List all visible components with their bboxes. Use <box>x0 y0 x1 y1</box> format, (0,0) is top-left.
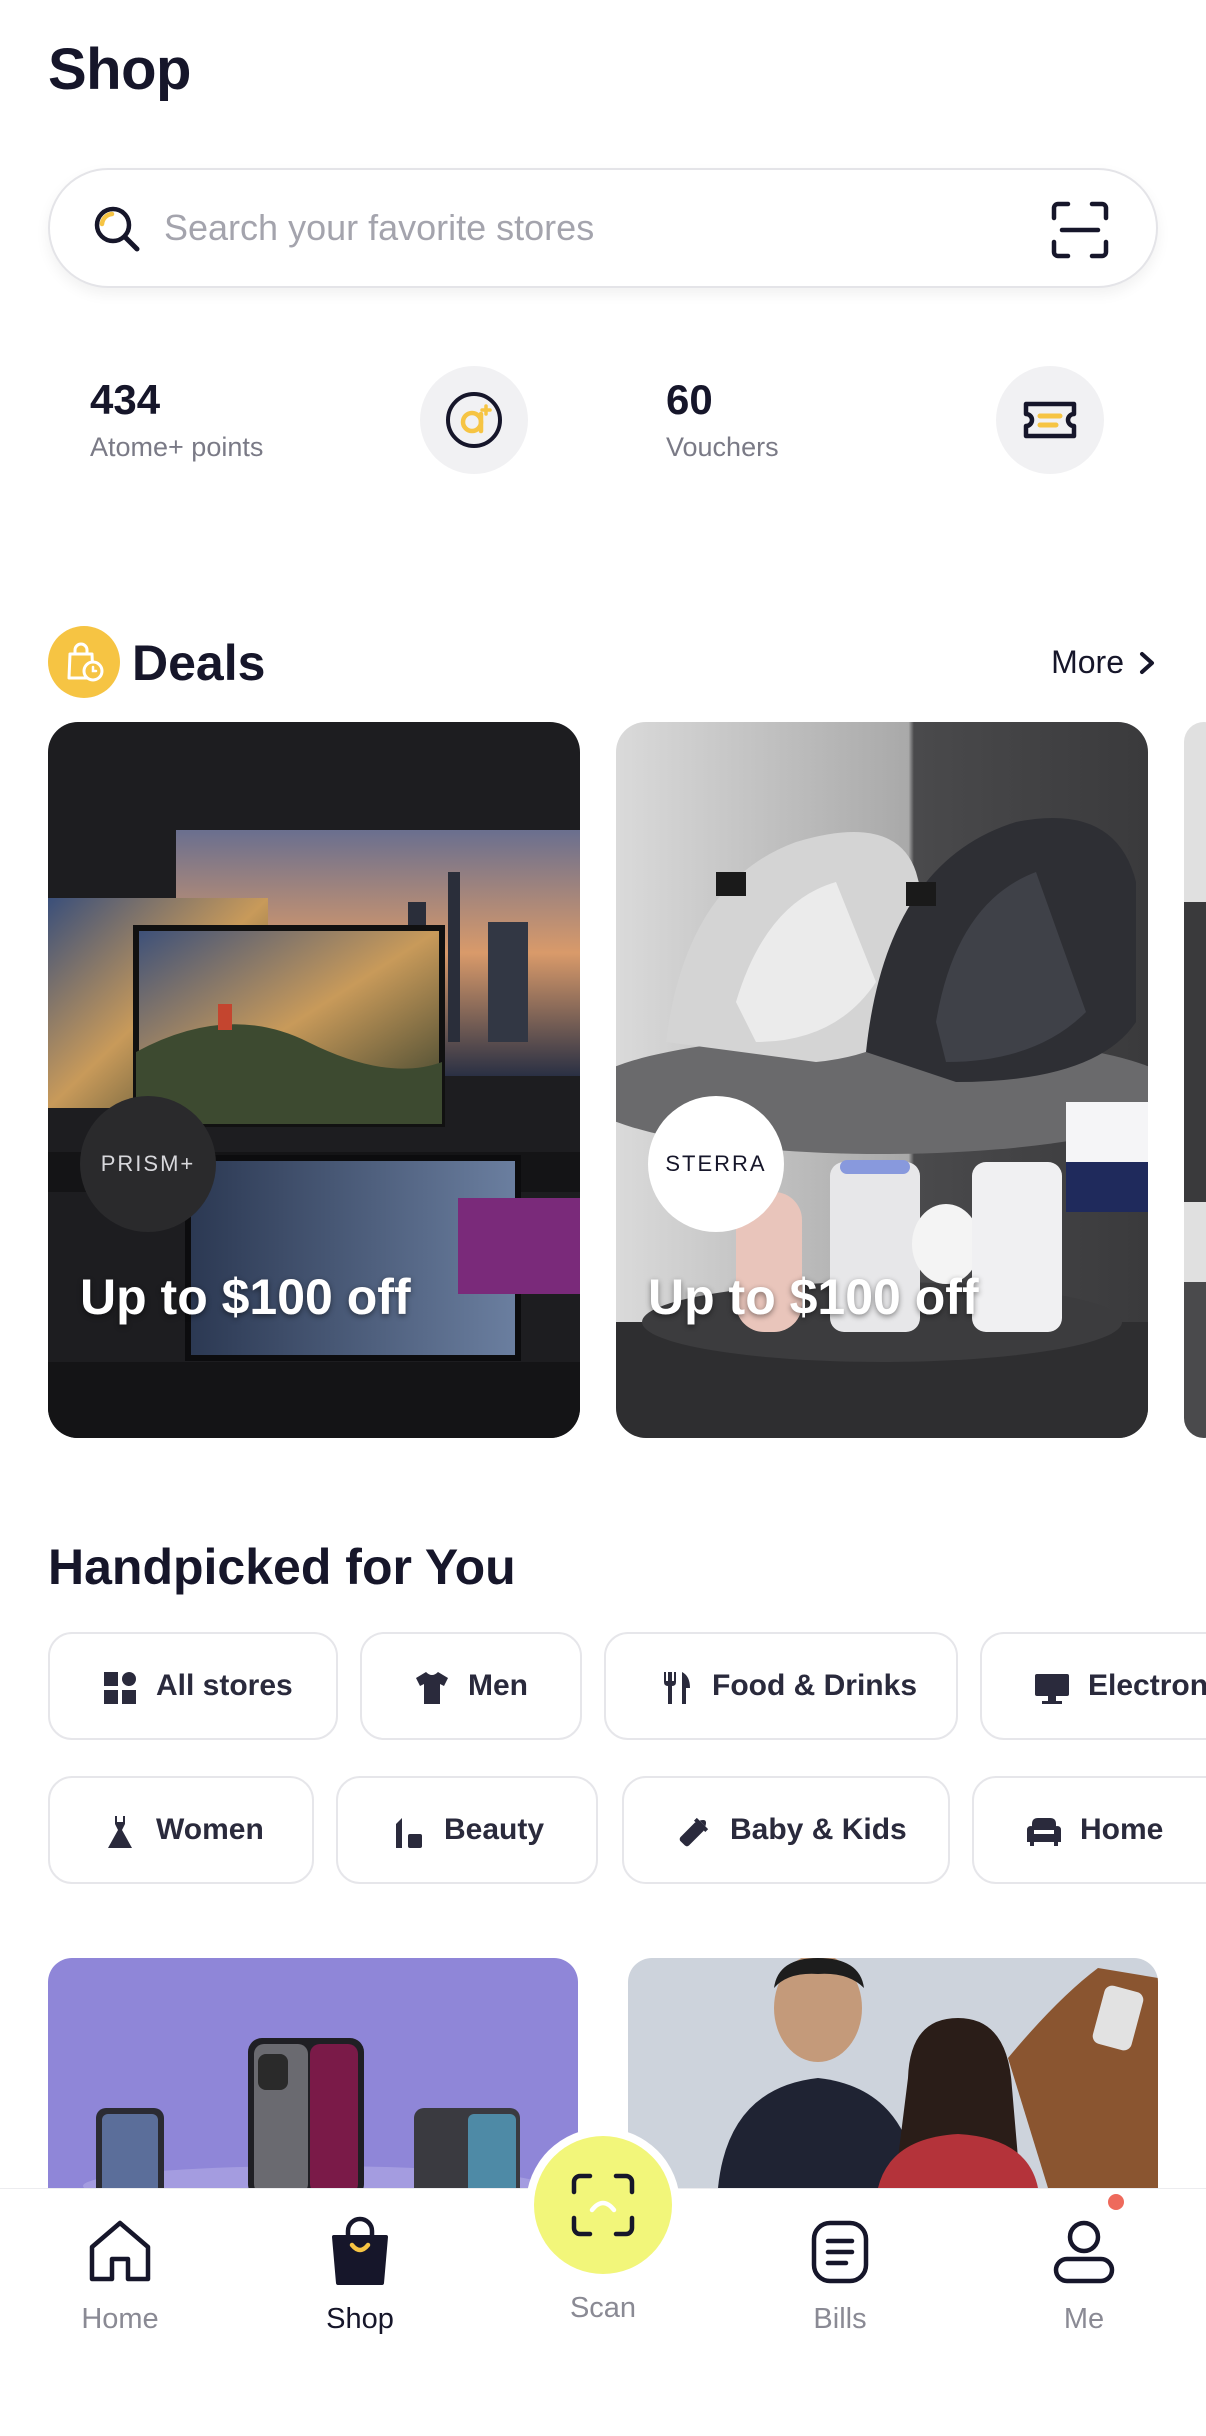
category-men[interactable]: Men <box>360 1632 582 1740</box>
deals-title: Deals <box>132 635 266 691</box>
shirt-icon <box>416 1672 448 1704</box>
category-women[interactable]: Women <box>48 1776 314 1884</box>
deal-card-peek[interactable] <box>1184 722 1206 1438</box>
category-home[interactable]: Home <box>972 1776 1206 1884</box>
category-label: All stores <box>156 1669 293 1702</box>
vouchers-button[interactable] <box>996 366 1104 474</box>
brand-logo-prism: PRISM+ <box>80 1096 216 1232</box>
voucher-icon <box>1023 401 1077 439</box>
dress-icon <box>108 1816 132 1848</box>
deal-image-massage-chairs <box>616 722 1148 1438</box>
deal-image-tvs <box>48 722 580 1438</box>
grid-icon <box>104 1672 136 1704</box>
category-label: Beauty <box>444 1813 545 1846</box>
deals-header: Deals More <box>48 624 1158 700</box>
home-icon <box>89 2220 151 2282</box>
points-value: 434 <box>90 376 161 423</box>
search-icon <box>94 206 140 252</box>
category-beauty[interactable]: Beauty <box>336 1776 598 1884</box>
search-bar[interactable] <box>48 168 1158 288</box>
deal-card-prism[interactable]: PRISM+ Up to $100 off <box>48 722 580 1438</box>
scan-label: Scan <box>569 2292 637 2324</box>
category-all-stores[interactable]: All stores <box>48 1632 338 1740</box>
vouchers-value: 60 <box>666 376 713 423</box>
deal-image-partial <box>1184 722 1206 1438</box>
category-label: Women <box>156 1813 264 1846</box>
deals-more-link[interactable]: More <box>1051 644 1158 681</box>
baby-bottle-icon <box>679 1817 709 1847</box>
chevron-right-icon <box>1140 651 1154 674</box>
scan-icon <box>571 2173 635 2237</box>
atome-plus-icon <box>446 392 502 448</box>
deal-card-sterra[interactable]: STERRA Up to $100 off <box>616 722 1148 1438</box>
shopping-bag-clock-icon <box>67 642 104 682</box>
nav-bills[interactable]: Bills <box>750 2213 930 2336</box>
points-stat[interactable]: 434 Atome+ points <box>90 376 263 463</box>
category-baby-kids[interactable]: Baby & Kids <box>622 1776 950 1884</box>
nav-label: Me <box>1063 2303 1105 2335</box>
monitor-icon <box>1035 1674 1069 1704</box>
vouchers-stat[interactable]: 60 Vouchers <box>666 376 779 463</box>
nav-shop[interactable]: Shop <box>270 2213 450 2336</box>
fork-knife-icon <box>664 1672 690 1704</box>
nav-label: Bills <box>813 2303 867 2335</box>
promo-card-fashion[interactable] <box>628 1958 1158 2188</box>
deals-badge <box>48 626 120 698</box>
scan-code-icon[interactable] <box>1048 198 1112 262</box>
sofa-icon <box>1027 1818 1061 1846</box>
brand-name: STERRA <box>665 1151 767 1176</box>
category-label: Electron <box>1088 1669 1206 1702</box>
deal-text: Up to $100 off <box>80 1269 411 1325</box>
nav-me[interactable]: Me <box>994 2213 1174 2336</box>
vouchers-label: Vouchers <box>666 432 779 462</box>
page-title: Shop <box>48 37 191 102</box>
bills-icon <box>811 2220 869 2284</box>
handpicked-title: Handpicked for You <box>48 1539 516 1595</box>
category-label: Men <box>468 1669 528 1702</box>
promo-image-fashion <box>628 1958 1158 2188</box>
category-label: Baby & Kids <box>730 1813 907 1846</box>
brand-logo-sterra: STERRA <box>648 1096 784 1232</box>
promo-card-phones[interactable] <box>48 1958 578 2188</box>
points-label: Atome+ points <box>90 432 264 462</box>
atome-points-button[interactable] <box>420 366 528 474</box>
nav-label: Home <box>81 2303 159 2335</box>
profile-icon <box>1053 2220 1115 2284</box>
notification-dot <box>1108 2194 1124 2210</box>
nav-home[interactable]: Home <box>30 2213 210 2336</box>
shopping-bag-icon <box>332 2216 388 2285</box>
category-label: Home <box>1080 1813 1164 1846</box>
search-input[interactable] <box>164 170 1024 286</box>
promo-image-phones <box>48 1958 578 2188</box>
more-label: More <box>1051 644 1124 680</box>
category-electronics[interactable]: Electron <box>980 1632 1206 1740</box>
scan-button[interactable] <box>534 2136 672 2274</box>
category-food-drinks[interactable]: Food & Drinks <box>604 1632 958 1740</box>
deal-text: Up to $100 off <box>648 1269 979 1325</box>
cosmetics-icon <box>396 1818 422 1848</box>
nav-label: Shop <box>326 2303 394 2335</box>
category-label: Food & Drinks <box>712 1669 918 1702</box>
